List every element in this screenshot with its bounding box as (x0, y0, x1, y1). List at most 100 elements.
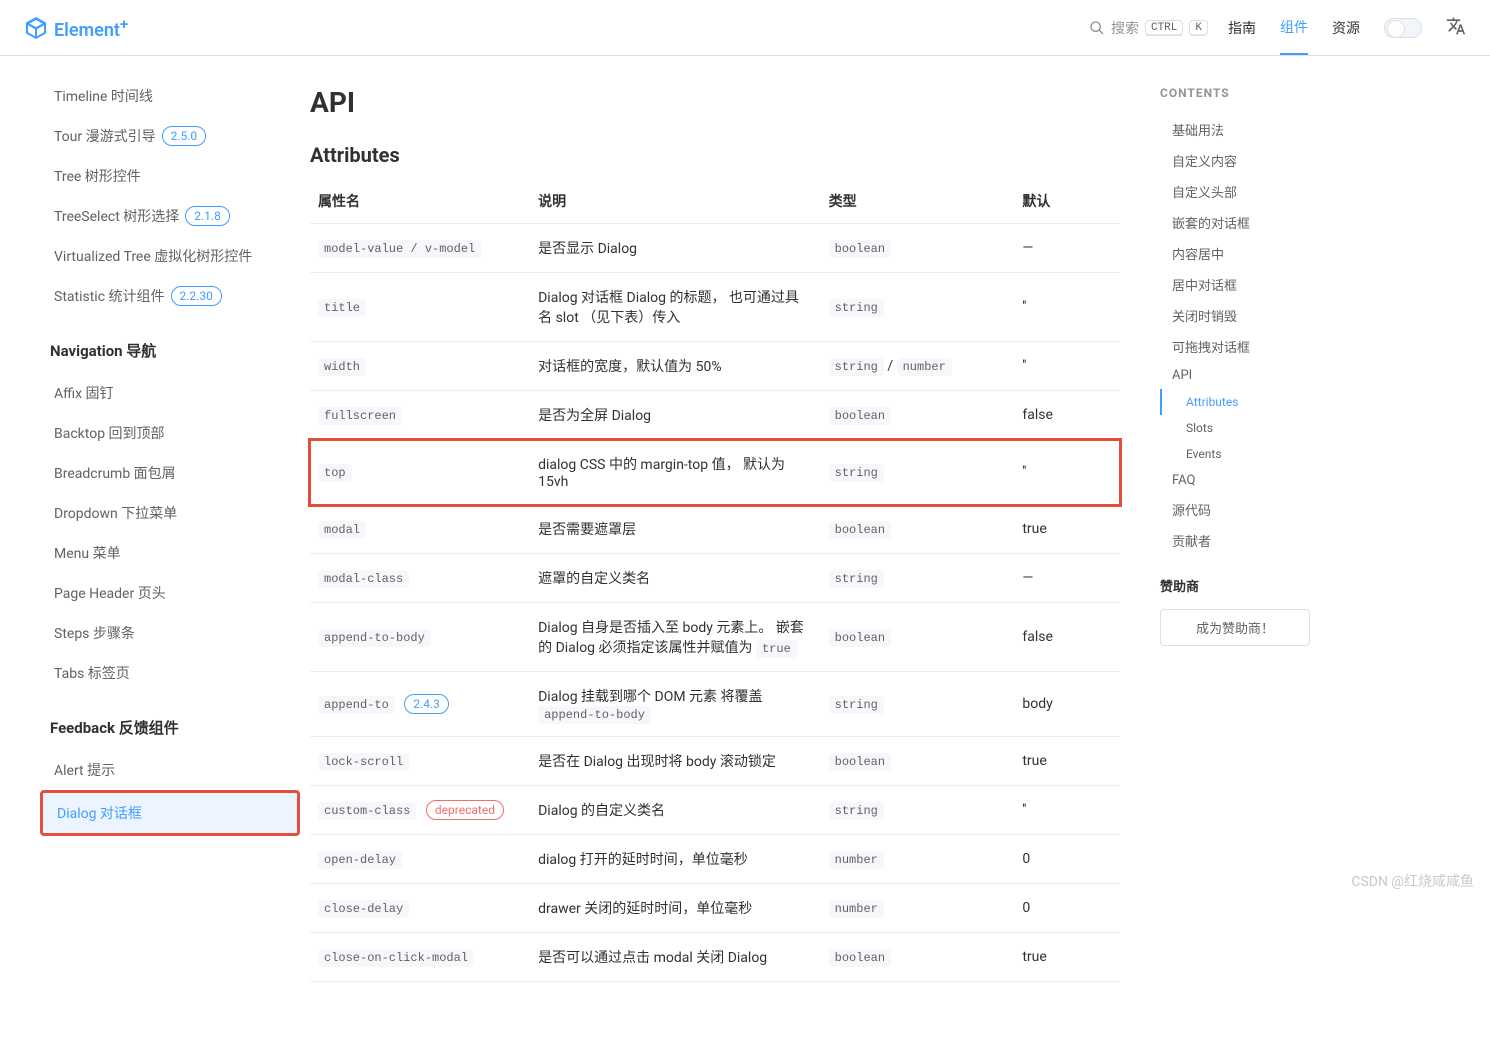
nav-components[interactable]: 组件 (1280, 1, 1308, 55)
attr-default: true (1014, 505, 1120, 554)
type-tag: string (829, 299, 884, 317)
inline-code: append-to-body (538, 706, 651, 724)
nav-guide[interactable]: 指南 (1228, 2, 1256, 54)
toc-item[interactable]: FAQ (1160, 467, 1350, 494)
type-tag: string (829, 802, 884, 820)
toc-item[interactable]: 源代码 (1160, 494, 1350, 525)
table-row: width对话框的宽度，默认值为 50%string / number'' (310, 342, 1120, 391)
attributes-table: 属性名 说明 类型 默认 model-value / v-model是否显示 D… (310, 179, 1120, 982)
attr-name: open-delay (318, 851, 402, 869)
attr-name: modal (318, 521, 366, 539)
sidebar-item[interactable]: Tour 漫游式引导2.5.0 (40, 116, 300, 156)
sidebar-item[interactable]: Dropdown 下拉菜单 (40, 493, 300, 533)
nav-links: 指南 组件 资源 (1228, 1, 1466, 55)
attr-name: lock-scroll (318, 753, 409, 771)
kbd-k: K (1189, 20, 1208, 36)
attr-desc: dialog CSS 中的 margin-top 值， 默认为 15vh (538, 457, 785, 490)
sidebar-item[interactable]: Tree 树形控件 (40, 156, 300, 196)
attr-name: custom-class (318, 802, 416, 820)
attr-name: title (318, 299, 366, 317)
sidebar-item[interactable]: Menu 菜单 (40, 533, 300, 573)
toc-item[interactable]: 基础用法 (1160, 114, 1350, 145)
search-box[interactable]: 搜索 CTRL K (1089, 18, 1208, 38)
attr-name: append-to (318, 696, 395, 714)
sidebar-item-label: Statistic 统计组件 (54, 286, 165, 306)
attr-desc: 遮罩的自定义类名 (538, 571, 650, 587)
sidebar-item-label: Virtualized Tree 虚拟化树形控件 (54, 246, 252, 266)
type-tag: boolean (829, 753, 891, 771)
api-heading: API (310, 86, 1120, 119)
col-name: 属性名 (310, 179, 530, 224)
brand-sup: + (120, 15, 128, 33)
table-row: close-delaydrawer 关闭的延时时间，单位毫秒number0 (310, 884, 1120, 933)
logo-icon (24, 16, 48, 40)
sidebar-item[interactable]: Steps 步骤条 (40, 613, 300, 653)
table-row: append-to-bodyDialog 自身是否插入至 body 元素上。 嵌… (310, 603, 1120, 672)
search-placeholder: 搜索 (1111, 18, 1139, 38)
sidebar-item[interactable]: Breadcrumb 面包屑 (40, 453, 300, 493)
sidebar-item[interactable]: Statistic 统计组件2.2.30 (40, 276, 300, 316)
toc-item[interactable]: 自定义头部 (1160, 176, 1350, 207)
attr-default: 0 (1014, 835, 1120, 884)
table-row: fullscreen是否为全屏 Dialogbooleanfalse (310, 391, 1120, 440)
sidebar: Timeline 时间线 Tour 漫游式引导2.5.0Tree 树形控件Tree… (0, 56, 300, 1042)
attr-default: false (1014, 603, 1120, 672)
type-tag: boolean (829, 521, 891, 539)
attr-default: '' (1014, 273, 1120, 342)
sponsor-button[interactable]: 成为赞助商！ (1160, 609, 1310, 646)
sidebar-item[interactable]: Timeline 时间线 (40, 76, 300, 116)
type-tag: boolean (829, 407, 891, 425)
toc-item[interactable]: 内容居中 (1160, 238, 1350, 269)
sidebar-item[interactable]: Affix 固钉 (40, 373, 300, 413)
version-badge: 2.4.3 (404, 694, 449, 714)
toc-item[interactable]: 居中对话框 (1160, 269, 1350, 300)
sponsor-title: 赞助商 (1160, 576, 1350, 595)
toc-item[interactable]: 嵌套的对话框 (1160, 207, 1350, 238)
sidebar-item[interactable]: Backtop 回到顶部 (40, 413, 300, 453)
type-tag: string (829, 570, 884, 588)
type-tag: string (829, 464, 884, 482)
sidebar-item-label: Timeline 时间线 (54, 86, 153, 106)
sidebar-item[interactable]: TreeSelect 树形选择2.1.8 (40, 196, 300, 236)
sidebar-item[interactable]: Alert 提示 (40, 750, 300, 790)
sidebar-item[interactable]: Dialog 对话框 (43, 793, 297, 833)
toc-item[interactable]: Slots (1160, 415, 1350, 441)
toc-item[interactable]: 自定义内容 (1160, 145, 1350, 176)
table-row: close-on-click-modal是否可以通过点击 modal 关闭 Di… (310, 933, 1120, 982)
sidebar-item[interactable]: Page Header 页头 (40, 573, 300, 613)
nav-resources[interactable]: 资源 (1332, 2, 1360, 54)
table-row: open-delay dialog 打开的延时时间，单位毫秒 number 0 (310, 835, 1120, 884)
sidebar-item[interactable]: Tabs 标签页 (40, 653, 300, 693)
attr-desc: dialog 打开的延时时间，单位毫秒 (538, 852, 748, 868)
toc-item[interactable]: Attributes (1160, 389, 1350, 415)
toc-item[interactable]: 贡献者 (1160, 525, 1350, 556)
deprecated-badge: deprecated (426, 800, 504, 820)
type-tag: boolean (829, 629, 891, 647)
highlight-box: Dialog 对话框 (40, 790, 300, 836)
toc-item[interactable]: API (1160, 362, 1350, 389)
table-row: titleDialog 对话框 Dialog 的标题， 也可通过具名 slot … (310, 273, 1120, 342)
toc-item[interactable]: Events (1160, 441, 1350, 467)
sidebar-item[interactable]: Virtualized Tree 虚拟化树形控件 (40, 236, 300, 276)
language-icon[interactable] (1446, 16, 1466, 40)
attr-default: 0 (1014, 884, 1120, 933)
type-tag: string (829, 358, 884, 376)
type-tag: number (829, 900, 884, 918)
type-tag: boolean (829, 949, 891, 967)
attr-name: modal-class (318, 570, 409, 588)
table-row: custom-class deprecatedDialog 的自定义类名stri… (310, 786, 1120, 835)
toc-item[interactable]: 可拖拽对话框 (1160, 331, 1350, 362)
search-icon (1089, 20, 1105, 36)
toc-item[interactable]: 关闭时销毁 (1160, 300, 1350, 331)
attr-default: '' (1014, 440, 1120, 505)
theme-toggle[interactable] (1384, 18, 1422, 38)
col-desc: 说明 (530, 179, 821, 224)
type-tag: number (829, 851, 884, 869)
attr-desc: 是否在 Dialog 出现时将 body 滚动锁定 (538, 754, 776, 770)
brand-text: Element (54, 20, 120, 41)
logo[interactable]: Element+ (24, 15, 128, 41)
attr-name: top (318, 464, 352, 482)
attr-default: true (1014, 737, 1120, 786)
attr-name: append-to-body (318, 629, 431, 647)
table-row: modal-class遮罩的自定义类名string— (310, 554, 1120, 603)
